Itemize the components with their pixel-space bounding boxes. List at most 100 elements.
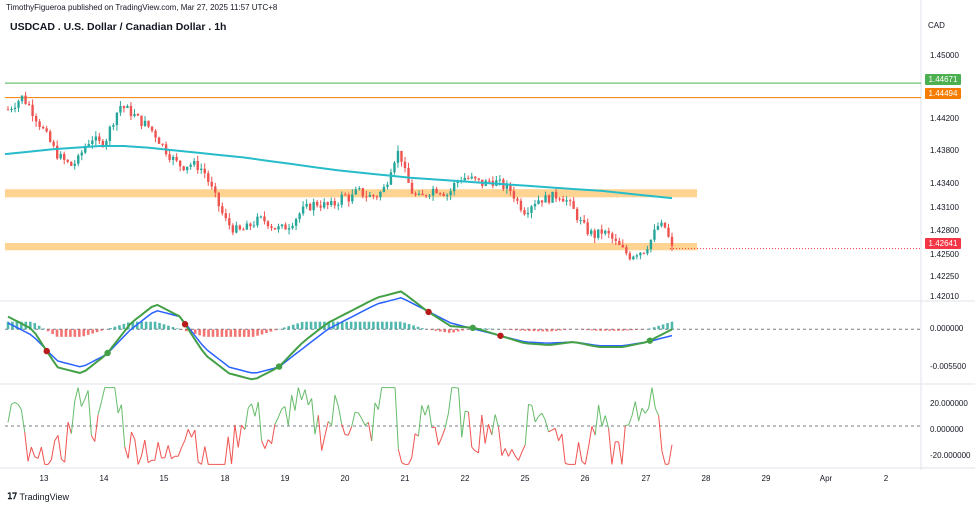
osc-segment xyxy=(254,401,259,417)
osc-segment xyxy=(314,415,319,435)
histogram-bar xyxy=(519,329,522,331)
histogram-bar xyxy=(563,329,567,331)
candle-body xyxy=(635,255,639,257)
histogram-bar xyxy=(265,329,268,333)
histogram-bar xyxy=(483,328,487,330)
time-axis-label: 25 xyxy=(521,474,530,483)
histogram-bar xyxy=(242,329,246,337)
candle-body xyxy=(147,120,150,127)
histogram-bar xyxy=(389,321,393,330)
histogram-bar xyxy=(37,325,41,330)
candle-body xyxy=(133,114,136,117)
histogram-bar xyxy=(452,329,455,333)
osc-segment xyxy=(264,439,269,449)
candle-body xyxy=(660,222,663,226)
osc-segment xyxy=(181,440,186,448)
histogram-bar xyxy=(349,321,353,330)
osc-segment xyxy=(294,387,299,411)
candle-body xyxy=(438,193,442,195)
osc-segment xyxy=(427,404,433,428)
chart-canvas[interactable]: 1.45000 1.44200 1.43800 1.43400 1.43100 1.428… xyxy=(0,0,975,508)
candle-body xyxy=(589,230,593,235)
osc-segment xyxy=(611,441,616,465)
candle-body xyxy=(656,225,660,230)
candle-body xyxy=(639,252,642,256)
candle-body xyxy=(435,188,438,194)
histogram-bar xyxy=(167,325,170,330)
osc-axis-label: 20.000000 xyxy=(930,399,968,408)
candle-body xyxy=(618,240,621,245)
osc-segment xyxy=(508,449,513,457)
osc-segment xyxy=(344,434,349,436)
osc-segment xyxy=(224,436,229,465)
osc-segment xyxy=(334,394,339,407)
osc-segment xyxy=(467,411,473,448)
histogram-bar xyxy=(367,321,371,330)
osc-segment xyxy=(411,433,416,458)
candle-body xyxy=(579,220,582,222)
tradingview-logo[interactable]: 𝟣𝟩 TradingView xyxy=(7,491,69,502)
histogram-bar xyxy=(443,329,447,333)
candle-body xyxy=(256,216,259,226)
histogram-bar xyxy=(100,329,103,331)
osc-segment xyxy=(247,403,252,409)
histogram-bar xyxy=(554,329,558,331)
orange-level-tag: 1.44494 xyxy=(925,88,961,99)
candle-body xyxy=(136,114,140,116)
candle-body xyxy=(561,198,565,202)
histogram-bar xyxy=(162,324,166,330)
osc-segment xyxy=(317,415,323,451)
osc-segment xyxy=(354,411,359,414)
time-axis-label: 27 xyxy=(642,474,651,483)
candle-body xyxy=(667,227,670,237)
candle-body xyxy=(178,160,182,167)
histogram-bar xyxy=(229,329,233,337)
candle-body xyxy=(379,191,382,198)
osc-segment xyxy=(648,387,653,409)
osc-segment xyxy=(131,431,136,440)
osc-segment xyxy=(441,428,446,438)
candle-body xyxy=(182,166,185,171)
candle-body xyxy=(326,202,329,206)
candle-body xyxy=(572,201,575,209)
osc-segment xyxy=(34,456,39,459)
osc-segment xyxy=(80,399,86,407)
osc-segment xyxy=(297,387,303,400)
osc-segment xyxy=(281,406,286,410)
time-axis-label: 21 xyxy=(401,474,410,483)
candle-body xyxy=(52,141,55,146)
candle-body xyxy=(533,203,537,207)
candle-body xyxy=(407,168,410,183)
osc-segment xyxy=(494,414,499,427)
candle-body xyxy=(347,194,350,202)
osc-segment xyxy=(204,446,209,465)
candle-body xyxy=(20,95,24,102)
candle-body xyxy=(333,200,336,206)
osc-segment xyxy=(581,461,586,465)
osc-segment xyxy=(588,426,593,447)
osc-segment xyxy=(50,440,56,460)
osc-segment xyxy=(117,404,122,414)
osc-segment xyxy=(27,446,32,462)
time-axis-label: 2 xyxy=(884,474,889,483)
histogram-bar xyxy=(144,321,148,330)
osc-segment xyxy=(434,426,439,446)
histogram-bar xyxy=(260,329,264,335)
histogram-bar xyxy=(617,329,620,331)
osc-segment xyxy=(324,421,329,436)
candle-body xyxy=(621,244,625,248)
osc-segment xyxy=(274,417,279,425)
osc-segment xyxy=(504,448,509,457)
candle-body xyxy=(77,155,80,164)
macd-line xyxy=(7,290,673,381)
candle-body xyxy=(24,95,27,104)
candle-body xyxy=(238,225,242,230)
histogram-bar xyxy=(55,329,59,337)
histogram-bar xyxy=(358,321,362,330)
osc-segment xyxy=(70,401,76,434)
macd-histogram xyxy=(6,321,674,337)
osc-segment xyxy=(565,462,569,465)
osc-segment xyxy=(14,401,19,405)
histogram-bar xyxy=(287,326,291,330)
candle-body xyxy=(63,153,66,160)
